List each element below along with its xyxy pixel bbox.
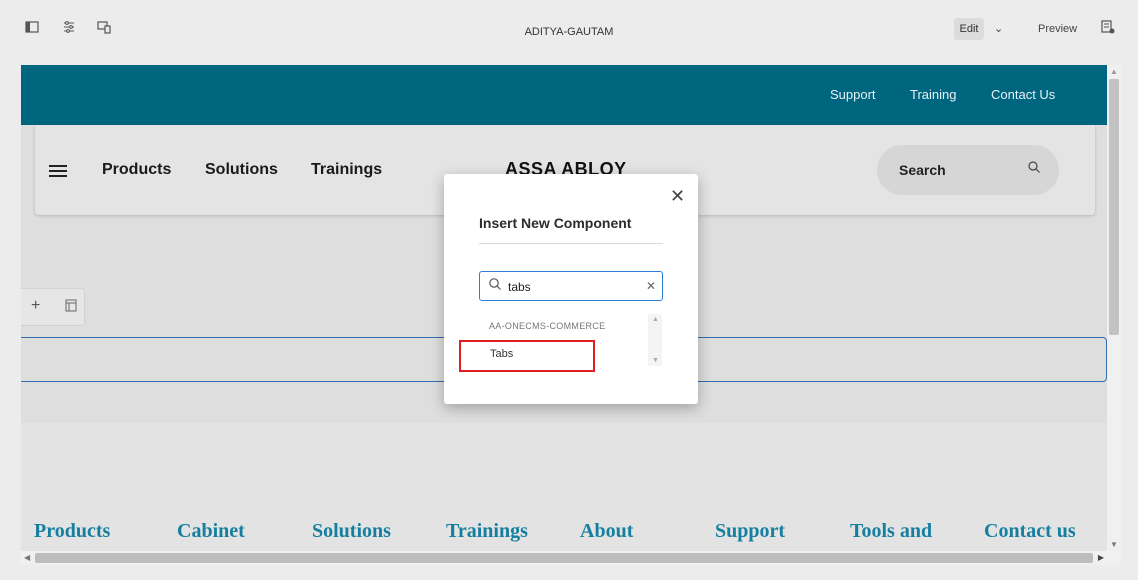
component-item-tabs[interactable]: Tabs bbox=[459, 340, 595, 372]
horizontal-scroll-thumb[interactable] bbox=[35, 553, 1093, 563]
footer-link-about[interactable]: About bbox=[580, 520, 633, 543]
close-icon[interactable]: ✕ bbox=[670, 186, 685, 207]
footer-link-contact-us[interactable]: Contact us bbox=[984, 520, 1076, 543]
component-item-label: Tabs bbox=[490, 348, 514, 360]
scroll-left-icon[interactable]: ◀ bbox=[24, 553, 30, 562]
vertical-scrollbar[interactable]: ▲ ▼ bbox=[1107, 65, 1121, 565]
vertical-scroll-thumb[interactable] bbox=[1109, 79, 1119, 335]
annotations-icon[interactable] bbox=[1100, 20, 1116, 36]
chevron-down-icon[interactable]: ⌄ bbox=[994, 18, 1003, 40]
scroll-down-icon[interactable]: ▼ bbox=[1110, 540, 1118, 549]
utility-link-training[interactable]: Training bbox=[910, 87, 956, 102]
scroll-right-icon[interactable]: ▶ bbox=[1098, 553, 1104, 562]
list-scroll-up-icon[interactable]: ▲ bbox=[652, 316, 659, 323]
footer-navigation: Products Cabinet Solutions Trainings Abo… bbox=[21, 520, 1107, 550]
component-group-label: AA-ONECMS-COMMERCE bbox=[489, 321, 606, 331]
component-search-input[interactable]: tabs ✕ bbox=[479, 271, 663, 301]
preview-button[interactable]: Preview bbox=[1038, 18, 1077, 40]
dialog-title: Insert New Component bbox=[479, 215, 632, 231]
nav-link-trainings[interactable]: Trainings bbox=[311, 161, 382, 179]
clear-search-icon[interactable]: ✕ bbox=[646, 279, 656, 293]
utility-bar: Support Training Contact Us bbox=[21, 65, 1107, 125]
search-value: tabs bbox=[508, 280, 531, 294]
list-scroll-down-icon[interactable]: ▼ bbox=[652, 357, 659, 364]
footer-link-trainings[interactable]: Trainings bbox=[446, 520, 528, 543]
menu-icon[interactable] bbox=[49, 165, 67, 177]
footer-link-cabinet[interactable]: Cabinet bbox=[177, 520, 245, 543]
search-icon bbox=[488, 277, 502, 294]
nav-link-products[interactable]: Products bbox=[102, 161, 171, 179]
search-icon[interactable] bbox=[1027, 160, 1041, 177]
site-search[interactable]: Search bbox=[877, 145, 1059, 195]
insert-component-icon[interactable]: + bbox=[31, 297, 40, 315]
nav-link-solutions[interactable]: Solutions bbox=[205, 161, 278, 179]
dialog-divider bbox=[479, 243, 663, 244]
utility-link-contact-us[interactable]: Contact Us bbox=[991, 87, 1055, 102]
footer-link-support[interactable]: Support bbox=[715, 520, 785, 543]
component-toolbar: + bbox=[21, 288, 85, 326]
insert-component-dialog: ✕ Insert New Component tabs ✕ AA-ONECMS-… bbox=[444, 174, 698, 404]
scroll-up-icon[interactable]: ▲ bbox=[1110, 67, 1118, 76]
component-list-scrollbar[interactable]: ▲ ▼ bbox=[648, 314, 662, 366]
footer-link-tools-and[interactable]: Tools and bbox=[850, 520, 932, 543]
edit-mode-button[interactable]: Edit bbox=[954, 18, 984, 40]
component-policy-icon[interactable] bbox=[65, 299, 77, 315]
footer-link-solutions[interactable]: Solutions bbox=[312, 520, 391, 543]
utility-link-support[interactable]: Support bbox=[830, 87, 876, 102]
footer-link-products[interactable]: Products bbox=[34, 520, 110, 543]
horizontal-scrollbar[interactable]: ◀ ▶ bbox=[21, 551, 1107, 565]
editor-toolbar: ADITYA-GAUTAM Edit ⌄ Preview bbox=[0, 0, 1138, 52]
search-label: Search bbox=[899, 162, 946, 178]
